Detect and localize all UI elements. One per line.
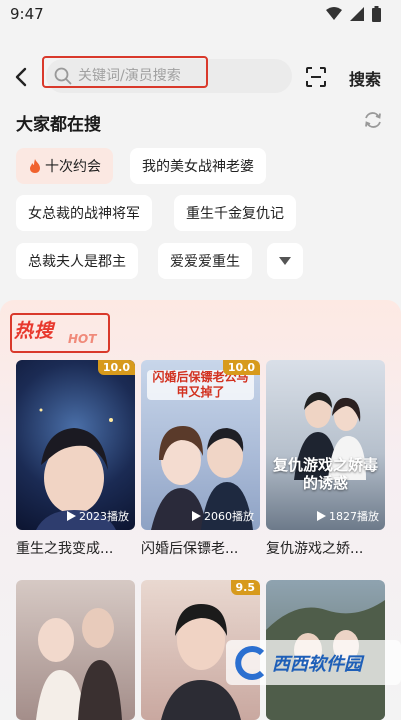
drama-title: 闪婚后保镖老... <box>141 541 239 557</box>
search-icon <box>54 67 72 85</box>
trending-tag-label: 我的美女战神老婆 <box>142 159 254 175</box>
signal-icon <box>350 7 364 21</box>
battery-icon <box>372 6 381 22</box>
status-bar: 9:47 <box>0 0 401 28</box>
hot-title: 热搜 <box>14 320 55 342</box>
refresh-icon[interactable] <box>363 110 383 130</box>
trending-tag-label: 爱爱爱重生 <box>170 254 240 270</box>
trending-tag[interactable]: 女总裁的战神将军 <box>16 195 152 231</box>
search-row: 搜索 <box>0 52 401 102</box>
drama-title: 复仇游戏之娇... <box>266 541 364 557</box>
score-badge: 10.0 <box>222 360 260 375</box>
play-count: 2023播放 <box>67 508 129 524</box>
trending-tag[interactable]: 爱爱爱重生 <box>158 243 252 279</box>
play-icon <box>192 511 201 521</box>
trending-tag-label: 女总裁的战神将军 <box>28 206 140 222</box>
trending-tag-label: 总裁夫人是郡主 <box>28 254 126 270</box>
poster-title: 复仇游戏之娇毒的诱惑 <box>272 456 378 492</box>
search-button[interactable]: 搜索 <box>349 66 381 90</box>
play-count-text: 1827播放 <box>329 510 379 523</box>
play-count: 2060播放 <box>192 508 254 524</box>
scan-icon[interactable] <box>305 66 327 88</box>
trending-tag[interactable]: 总裁夫人是郡主 <box>16 243 138 279</box>
trending-tag[interactable]: 重生千金复仇记 <box>174 195 296 231</box>
drama-card[interactable]: 闪婚后保镖老公马甲又掉了 10.0 2060播放 闪婚后保镖老... <box>141 360 260 558</box>
search-input[interactable] <box>78 65 278 87</box>
drama-card[interactable]: 10.0 2023播放 重生之我变成... <box>16 360 135 558</box>
drama-poster: 10.0 2023播放 <box>16 360 135 530</box>
fire-icon <box>30 159 40 173</box>
play-count-text: 2060播放 <box>204 510 254 523</box>
drama-poster: 闪婚后保镖老公马甲又掉了 10.0 2060播放 <box>141 360 260 530</box>
play-icon <box>67 511 76 521</box>
wifi-icon <box>326 7 342 20</box>
watermark: 西西软件园 <box>226 640 401 685</box>
score-badge: 10.0 <box>97 360 135 375</box>
back-arrow-icon[interactable] <box>12 66 32 88</box>
drama-title: 重生之我变成... <box>16 541 114 557</box>
watermark-text: 西西软件园 <box>272 654 362 675</box>
play-icon <box>317 511 326 521</box>
play-count: 1827播放 <box>317 508 379 524</box>
trending-tag[interactable]: 我的美女战神老婆 <box>130 148 266 184</box>
status-time: 9:47 <box>10 5 44 23</box>
drama-card[interactable]: 复仇游戏之娇毒的诱惑 1827播放 复仇游戏之娇... <box>266 360 385 558</box>
poster-art <box>294 392 366 480</box>
triangle-down-icon <box>279 257 291 265</box>
trending-tag-label: 重生千金复仇记 <box>186 206 284 222</box>
trending-tag-label: 十次约会 <box>45 159 101 175</box>
watermark-logo-icon <box>235 646 265 680</box>
search-box[interactable] <box>46 59 292 93</box>
drama-poster: 复仇游戏之娇毒的诱惑 1827播放 <box>266 360 385 530</box>
drama-card[interactable] <box>16 580 135 720</box>
poster-art <box>36 408 116 530</box>
trending-tag[interactable]: 十次约会 <box>16 148 113 184</box>
status-icons <box>326 6 381 22</box>
play-count-text: 2023播放 <box>79 510 129 523</box>
hot-title-en: HOT <box>68 332 97 346</box>
poster-art <box>36 608 122 720</box>
expand-tags-button[interactable] <box>267 243 303 279</box>
trending-title: 大家都在搜 <box>16 115 101 135</box>
score-badge: 9.5 <box>230 580 260 595</box>
